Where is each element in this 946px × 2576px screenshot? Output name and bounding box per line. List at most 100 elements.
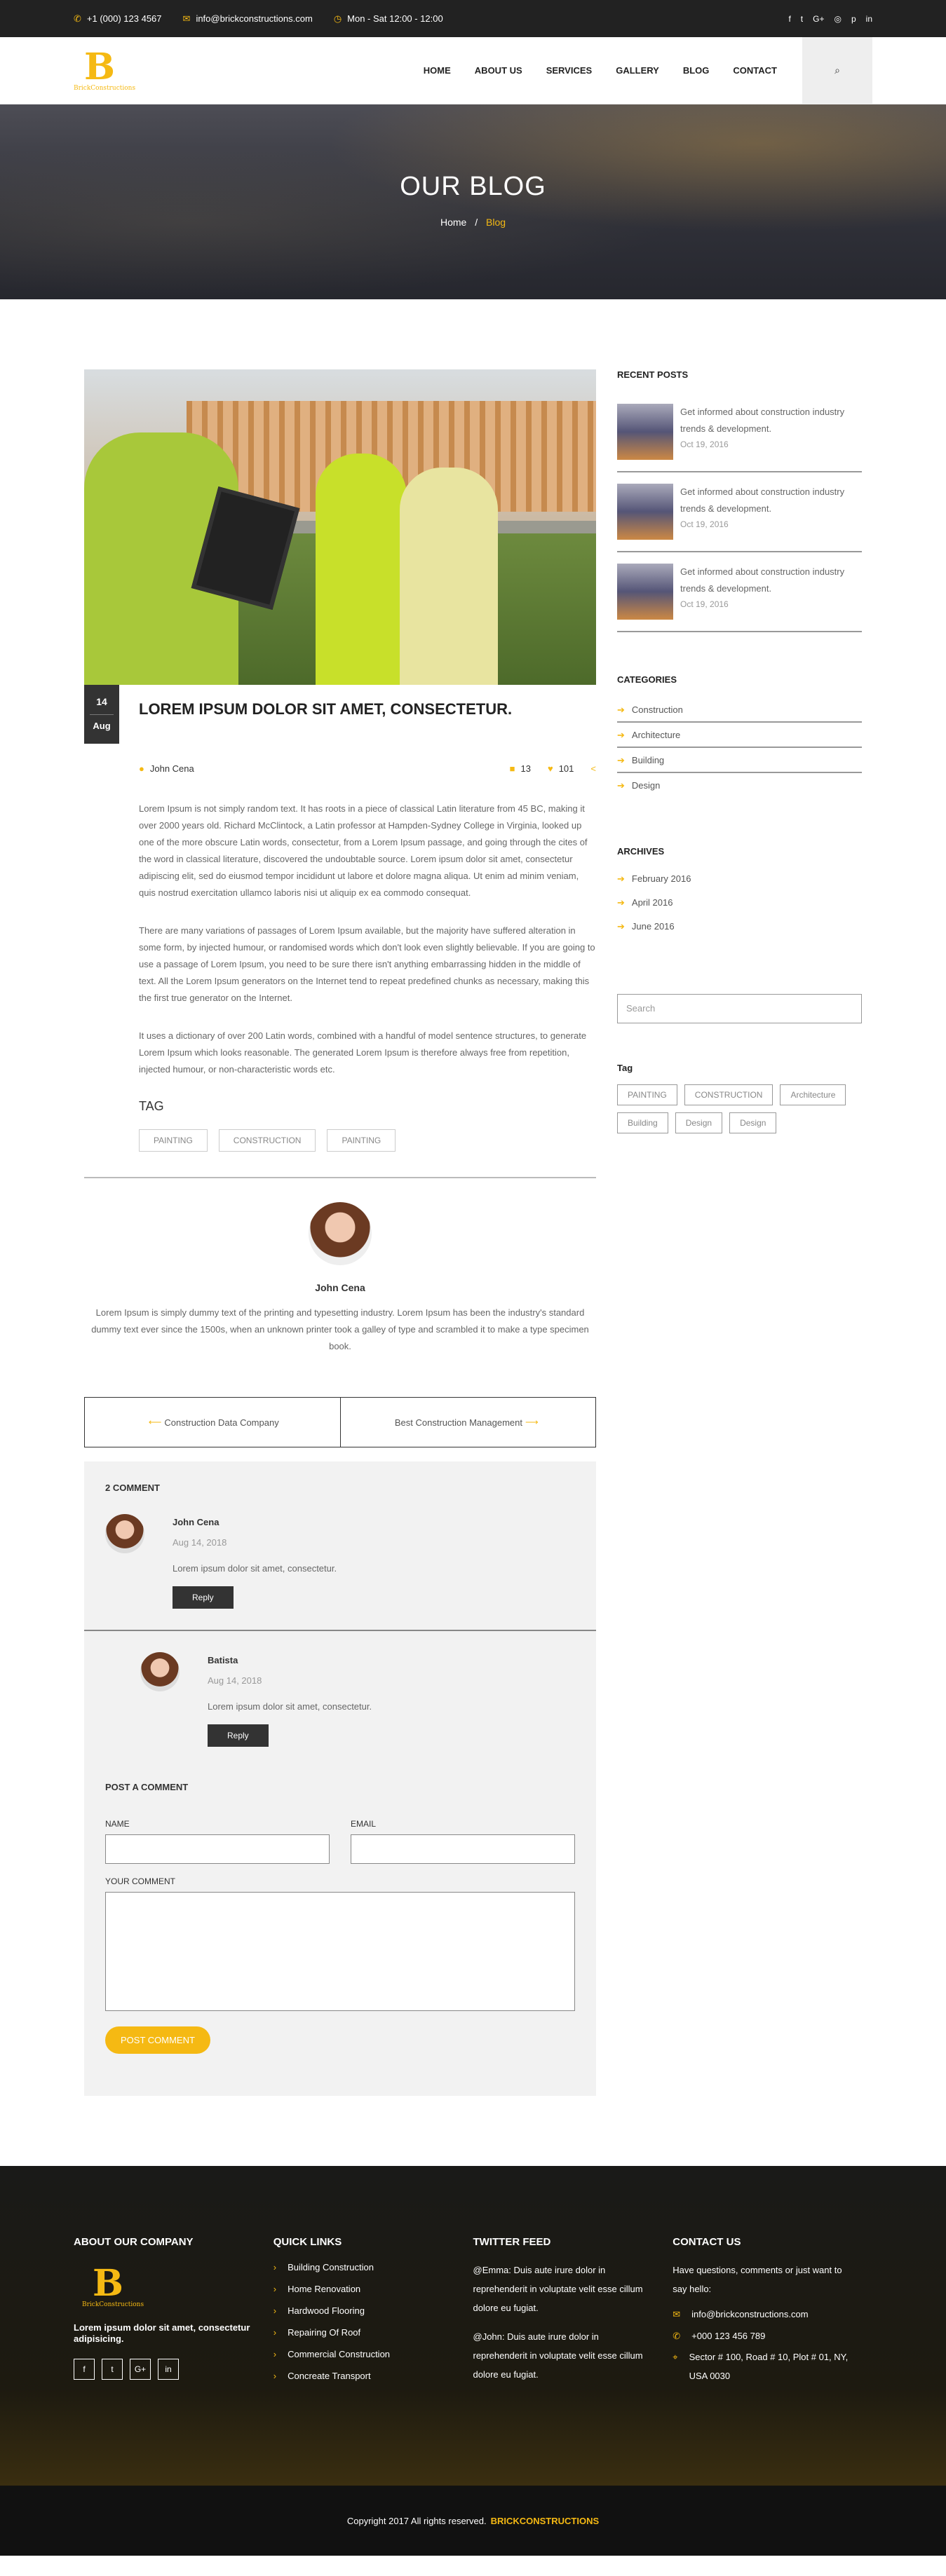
category-item[interactable]: ➔ Construction: [617, 697, 862, 723]
logo[interactable]: B BrickConstructions: [74, 48, 135, 92]
archives-heading: ARCHIVES: [617, 846, 665, 857]
arrow-right-icon: ➔: [617, 704, 625, 715]
phone-info[interactable]: ✆ +1 (000) 123 4567: [74, 13, 162, 25]
category-item[interactable]: ➔ Design: [617, 773, 862, 797]
category-item[interactable]: ➔ Building: [617, 748, 862, 773]
share-icon[interactable]: <: [590, 763, 596, 774]
tweet: @Emma: Duis aute irure dolor in reprehen…: [473, 2265, 643, 2313]
footer-logo[interactable]: B BrickConstructions: [82, 2265, 144, 2309]
phone-icon: ✆: [673, 2331, 681, 2341]
category-item[interactable]: ➔ Architecture: [617, 723, 862, 748]
email-field[interactable]: [351, 1834, 575, 1864]
recent-post-thumbnail: [617, 404, 673, 460]
tag-link[interactable]: CONSTRUCTION: [218, 1129, 316, 1152]
contact-email[interactable]: ✉ info@brickconstructions.com: [673, 2309, 872, 2320]
name-label: NAME: [105, 1819, 130, 1829]
breadcrumb-home[interactable]: Home: [440, 217, 466, 228]
nav-contact[interactable]: CONTACT: [733, 65, 777, 76]
comment-field[interactable]: [105, 1892, 575, 2011]
comment-count[interactable]: ■ 13: [510, 763, 531, 774]
comment-icon: ■: [509, 763, 515, 774]
next-post-link[interactable]: Best Construction Management ⟶: [341, 1398, 596, 1447]
author-bio: Lorem Ipsum is simply dummy text of the …: [91, 1307, 589, 1351]
pinterest-icon[interactable]: p: [851, 14, 856, 24]
tag-link[interactable]: PAINTING: [617, 1084, 677, 1105]
footer-link[interactable]: › Hardwood Flooring: [273, 2305, 473, 2317]
search-icon[interactable]: ⌕: [802, 36, 872, 104]
post-date: 14 Aug: [84, 685, 119, 744]
prev-post-link[interactable]: ⟵ Construction Data Company: [85, 1398, 341, 1447]
footer-heading: ABOUT OUR COMPANY: [74, 2236, 194, 2248]
facebook-icon[interactable]: f: [788, 14, 790, 24]
comments-section: 2 COMMENT John Cena Aug 14, 2018 Lorem i…: [84, 1461, 596, 2096]
copyright-brand[interactable]: BRICKCONSTRUCTIONS: [491, 2516, 600, 2526]
footer-link[interactable]: › Concreate Transport: [273, 2371, 473, 2382]
nav-blog[interactable]: BLOG: [683, 65, 710, 76]
nav-home[interactable]: HOME: [424, 65, 451, 76]
tag-link[interactable]: CONSTRUCTION: [684, 1084, 773, 1105]
recent-post[interactable]: Get informed about construction industry…: [617, 393, 862, 472]
footer-link[interactable]: › Repairing Of Roof: [273, 2327, 473, 2338]
instagram-icon[interactable]: ◎: [834, 14, 841, 24]
contact-phone[interactable]: ✆ +000 123 456 789: [673, 2331, 872, 2342]
post-comment-button[interactable]: POST COMMENT: [105, 2026, 210, 2054]
post-author[interactable]: ● John Cena: [139, 763, 194, 774]
nav-services[interactable]: SERVICES: [546, 65, 593, 76]
user-icon: ●: [139, 763, 144, 774]
tag-link[interactable]: Design: [729, 1112, 777, 1133]
breadcrumb-separator: /: [475, 217, 478, 228]
arrow-right-icon: ➔: [617, 755, 625, 765]
contact-address: ⌖ Sector # 100, Road # 10, Plot # 01, NY,…: [673, 2347, 872, 2385]
search-input[interactable]: Search: [617, 994, 862, 1023]
archive-item[interactable]: ➔ June 2016: [617, 914, 862, 938]
archive-item[interactable]: ➔ February 2016: [617, 866, 862, 890]
twitter-icon[interactable]: t: [102, 2359, 123, 2380]
categories-heading: CATEGORIES: [617, 674, 677, 685]
tag-link[interactable]: Design: [675, 1112, 723, 1133]
archive-item[interactable]: ➔ April 2016: [617, 890, 862, 914]
recent-post[interactable]: Get informed about construction industry…: [617, 552, 862, 632]
tag-link[interactable]: PAINTING: [327, 1129, 396, 1152]
footer-link[interactable]: › Building Construction: [273, 2262, 473, 2273]
footer-link[interactable]: › Home Renovation: [273, 2284, 473, 2295]
footer-contact: CONTACT US Have questions, comments or j…: [673, 2236, 872, 2486]
comment-label: YOUR COMMENT: [105, 1876, 175, 1886]
tag-link[interactable]: Architecture: [780, 1084, 846, 1105]
tag-link[interactable]: PAINTING: [139, 1129, 208, 1152]
google-plus-icon[interactable]: G+: [130, 2359, 151, 2380]
category-list: ➔ Construction ➔ Architecture ➔ Building ➔ D…: [617, 697, 862, 797]
recent-post[interactable]: Get informed about construction industry…: [617, 472, 862, 552]
google-plus-icon[interactable]: G+: [813, 14, 824, 24]
linkedin-icon[interactable]: in: [866, 14, 872, 24]
page-banner: OUR BLOG Home / Blog: [0, 104, 946, 299]
footer-heading: CONTACT US: [673, 2236, 741, 2248]
post-navigation: ⟵ Construction Data Company Best Construc…: [84, 1397, 596, 1447]
comment-date: Aug 14, 2018: [208, 1675, 262, 1686]
reply-button[interactable]: Reply: [173, 1586, 234, 1609]
post-content: 14 Aug LOREM IPSUM DOLOR SIT AMET, CONSE…: [84, 369, 596, 2096]
comment-item: Batista Aug 14, 2018 Lorem ipsum dolor s…: [140, 1652, 575, 1768]
like-count[interactable]: ♥ 101: [548, 763, 574, 774]
linkedin-icon[interactable]: in: [158, 2359, 179, 2380]
comment-form: POST A COMMENT NAME EMAIL YOUR COMMENT P…: [105, 1782, 575, 2096]
twitter-icon[interactable]: t: [801, 14, 803, 24]
tag-link[interactable]: Building: [617, 1112, 668, 1133]
email-info[interactable]: ✉ info@brickconstructions.com: [183, 13, 313, 25]
chevron-right-icon: ›: [273, 2284, 277, 2294]
sidebar: RECENT POSTS Get informed about construc…: [617, 369, 862, 2096]
arrow-right-icon: ➔: [617, 873, 625, 884]
name-field[interactable]: [105, 1834, 330, 1864]
footer-link[interactable]: › Commercial Construction: [273, 2349, 473, 2360]
nav-gallery[interactable]: GALLERY: [616, 65, 659, 76]
nav-about-us[interactable]: ABOUT US: [475, 65, 522, 76]
facebook-icon[interactable]: f: [74, 2359, 95, 2380]
hours-info: ◷ Mon - Sat 12:00 - 12:00: [333, 13, 443, 24]
breadcrumb-current: Blog: [486, 217, 506, 228]
mail-icon: ✉: [673, 2309, 681, 2319]
post-paragraph: Lorem Ipsum is not simply random text. I…: [139, 803, 588, 898]
reply-button[interactable]: Reply: [208, 1724, 269, 1747]
footer-twitter: TWITTER FEED @Emma: Duis aute irure dolo…: [473, 2236, 673, 2486]
recent-post-thumbnail: [617, 564, 673, 620]
author-avatar: [309, 1202, 372, 1265]
post-title: LOREM IPSUM DOLOR SIT AMET, CONSECTETUR.: [139, 700, 513, 718]
